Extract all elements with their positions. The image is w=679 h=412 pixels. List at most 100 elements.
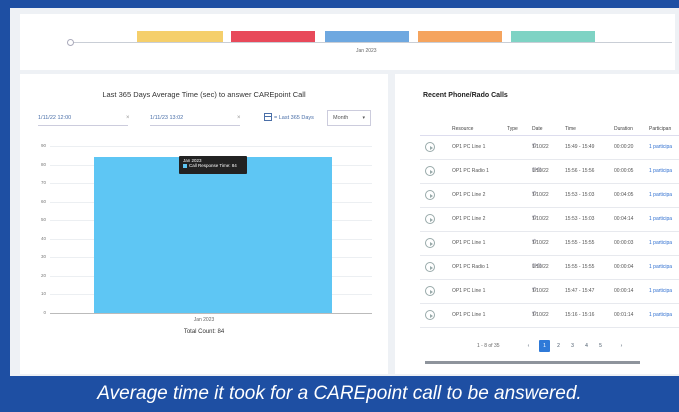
timeline-panel: Jan 2023 xyxy=(20,14,675,70)
table-row[interactable]: ✆ OP1 PC Line 1 1/10/22 15:49 - 15:49 00:00:… xyxy=(420,136,679,160)
pager-page-button[interactable]: 5 xyxy=(595,340,606,352)
date-cell: 1/10/22 xyxy=(532,192,549,198)
total-count: Total Count: 84 xyxy=(183,329,225,335)
table-row[interactable]: ✆ OP1 PC Line 2 1/10/22 15:53 - 15:03 00:04:… xyxy=(420,208,679,232)
pager-page-button[interactable]: 2 xyxy=(553,340,564,352)
play-icon[interactable] xyxy=(425,142,435,152)
duration-cell: 00:01:14 xyxy=(614,312,634,318)
resource-cell: OP1 PC Radio 1 xyxy=(452,168,489,174)
participants-link[interactable]: 1 participa xyxy=(649,312,672,318)
resource-cell: OP1 PC Line 1 xyxy=(452,312,486,318)
tooltip-line: Call Response Time: 84 xyxy=(183,163,243,168)
pager-page-button[interactable]: 4 xyxy=(581,340,592,352)
table-row[interactable]: ✆ OP1 PC Line 1 1/10/22 15:16 - 15:16 00:01:… xyxy=(420,304,679,328)
clear-start-date-icon[interactable]: × xyxy=(126,115,130,121)
timeline-segment[interactable] xyxy=(418,31,502,42)
date-range-value: Last 365 Days xyxy=(278,115,314,121)
play-icon[interactable] xyxy=(425,286,435,296)
duration-cell: 00:04:14 xyxy=(614,216,634,222)
horizontal-scrollbar[interactable] xyxy=(425,361,640,364)
time-cell: 15:55 - 15:55 xyxy=(565,264,595,270)
resource-cell: OP1 PC Line 1 xyxy=(452,288,486,294)
y-tick-label: 30 xyxy=(40,254,46,260)
duration-cell: 00:00:05 xyxy=(614,168,634,174)
pager-summary: 1 - 8 of 35 xyxy=(477,343,500,349)
duration-cell: 00:00:03 xyxy=(614,240,634,246)
participants-link[interactable]: 1 participa xyxy=(649,240,672,246)
column-header-type[interactable]: Type xyxy=(507,126,518,132)
chart-title: Last 365 Days Average Time (sec) to answ… xyxy=(102,90,306,99)
timeline-segment[interactable] xyxy=(231,31,315,42)
dashboard-frame: Jan 2023 Last 365 Days Average Time (sec… xyxy=(10,8,679,376)
pager-next-button[interactable]: › xyxy=(616,340,627,352)
y-tick-label: 80 xyxy=(40,161,46,167)
participants-link[interactable]: 1 participa xyxy=(649,168,672,174)
table-row[interactable]: ((•)) OP1 PC Radio 1 1/10/22 15:56 - 15:56 0… xyxy=(420,160,679,184)
date-cell: 1/10/22 xyxy=(532,264,549,270)
column-header-participants[interactable]: Participan xyxy=(649,126,671,132)
play-icon[interactable] xyxy=(425,190,435,200)
time-cell: 15:56 - 15:56 xyxy=(565,168,595,174)
resource-cell: OP1 PC Line 1 xyxy=(452,144,486,150)
pager-page-button[interactable]: 1 xyxy=(539,340,550,352)
participants-link[interactable]: 1 participa xyxy=(649,192,672,198)
date-cell: 1/10/22 xyxy=(532,216,549,222)
pager-prev-button[interactable]: ‹ xyxy=(523,340,534,352)
resource-cell: OP1 PC Radio 1 xyxy=(452,264,489,270)
x-tick-label: Jan 2023 xyxy=(193,317,215,323)
column-header-resource[interactable]: Resource xyxy=(452,126,473,132)
table-row[interactable]: ✆ OP1 PC Line 1 1/10/22 15:47 - 15:47 00:00:… xyxy=(420,280,679,304)
date-range-label[interactable]: = Last 365 Days xyxy=(274,115,314,121)
interval-value: Month xyxy=(333,115,349,121)
y-tick-label: 40 xyxy=(40,235,46,241)
resource-cell: OP1 PC Line 1 xyxy=(452,240,486,246)
clear-end-date-icon[interactable]: × xyxy=(237,115,241,121)
chart-tooltip: Jan 2023 Call Response Time: 84 xyxy=(179,156,247,174)
participants-link[interactable]: 1 participa xyxy=(649,264,672,270)
play-icon[interactable] xyxy=(425,214,435,224)
time-cell: 15:49 - 15:49 xyxy=(565,144,595,150)
time-cell: 15:53 - 15:03 xyxy=(565,192,595,198)
timeline-segment[interactable] xyxy=(137,31,223,42)
duration-cell: 00:00:14 xyxy=(614,288,634,294)
interval-select[interactable]: Month ▾ xyxy=(327,110,371,126)
duration-cell: 00:00:20 xyxy=(614,144,634,150)
column-header-duration[interactable]: Duration xyxy=(614,126,633,132)
gridline xyxy=(50,146,372,147)
caption: Average time it took for a CAREpoint cal… xyxy=(97,383,582,404)
timeline-segment[interactable] xyxy=(325,31,409,42)
table-row[interactable]: ((•)) OP1 PC Radio 1 1/10/22 15:55 - 15:55 0… xyxy=(420,256,679,280)
timeline-label: Jan 2023 xyxy=(356,48,377,54)
timeline-handle[interactable] xyxy=(67,39,74,46)
y-tick-label: 20 xyxy=(40,272,46,278)
date-cell: 1/10/22 xyxy=(532,168,549,174)
y-tick-label: 60 xyxy=(40,198,46,204)
play-icon[interactable] xyxy=(425,238,435,248)
calendar-icon[interactable] xyxy=(264,113,272,121)
date-cell: 1/10/22 xyxy=(532,312,549,318)
participants-link[interactable]: 1 participa xyxy=(649,288,672,294)
participants-link[interactable]: 1 participa xyxy=(649,144,672,150)
play-icon[interactable] xyxy=(425,262,435,272)
play-icon[interactable] xyxy=(425,310,435,320)
participants-link[interactable]: 1 participa xyxy=(649,216,672,222)
column-header-date[interactable]: Date xyxy=(532,126,543,132)
table-row[interactable]: ✆ OP1 PC Line 2 1/10/22 15:53 - 15:03 00:04:… xyxy=(420,184,679,208)
start-date-field[interactable]: 1/11/22 12:00 xyxy=(38,112,128,126)
y-tick-label: 0 xyxy=(43,310,46,315)
end-date-field[interactable]: 1/11/23 13:02 xyxy=(150,112,240,126)
y-tick-label: 90 xyxy=(40,143,46,148)
date-cell: 1/10/22 xyxy=(532,144,549,150)
y-tick-label: 50 xyxy=(40,217,46,223)
chevron-down-icon: ▾ xyxy=(362,115,365,121)
play-icon[interactable] xyxy=(425,166,435,176)
pager-page-button[interactable]: 3 xyxy=(567,340,578,352)
series-swatch-icon xyxy=(183,163,187,168)
timeline-segment[interactable] xyxy=(511,31,595,42)
time-cell: 15:16 - 15:16 xyxy=(565,312,595,318)
column-header-time[interactable]: Time xyxy=(565,126,576,132)
recent-calls-title: Recent Phone/Rado Calls xyxy=(423,92,508,99)
bar-jan-2023[interactable] xyxy=(94,157,332,313)
table-row[interactable]: ✆ OP1 PC Line 1 1/10/22 15:55 - 15:55 00:00:… xyxy=(420,232,679,256)
tooltip-value: Call Response Time: 84 xyxy=(189,163,237,168)
